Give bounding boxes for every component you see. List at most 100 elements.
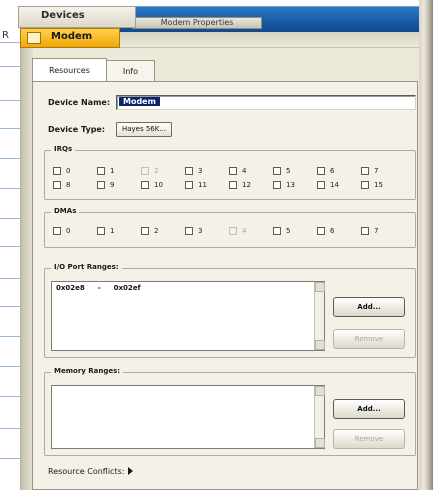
dma-checkbox-label: 2 [154, 227, 159, 235]
disclosure-arrow-icon [128, 467, 134, 475]
io-ranges-scrollbar[interactable] [314, 282, 325, 350]
scroll-up-icon[interactable] [315, 386, 325, 396]
tab-resources[interactable]: Resources [32, 58, 107, 82]
dma-checkbox-0[interactable]: 0 [53, 226, 97, 236]
irq-checkbox-label: 6 [330, 167, 335, 175]
checkbox-box[interactable] [317, 167, 325, 175]
dma-checkbox-7[interactable]: 7 [361, 226, 405, 236]
memory-ranges-group-title: Memory Ranges: [51, 367, 124, 375]
io-remove-button[interactable]: Remove [333, 329, 405, 349]
dmas-group-title: DMAs [51, 207, 80, 215]
irqs-group-title: IRQs [51, 145, 76, 153]
irq-checkbox-4[interactable]: 4 [229, 166, 273, 176]
irq-checkbox-label: 9 [110, 181, 115, 189]
irqs-group: IRQs 0 1 2 3 4 5 6 7 8 9 10 11 12 13 14 15 [44, 145, 416, 200]
checkbox-box[interactable] [229, 181, 237, 189]
irq-checkbox-label: 0 [66, 167, 71, 175]
irq-checkbox-5[interactable]: 5 [273, 166, 317, 176]
resource-conflicts-label: Resource Conflicts: [48, 467, 125, 476]
dma-checkbox-label: 6 [330, 227, 335, 235]
checkbox-box[interactable] [273, 227, 281, 235]
irq-checkbox-6[interactable]: 6 [317, 166, 361, 176]
irq-checkbox-8[interactable]: 8 [53, 180, 97, 190]
irq-checkbox-2: 2 [141, 166, 185, 176]
device-type-label: Device Type: [48, 125, 106, 134]
device-name-label: Device Name: [48, 98, 111, 107]
dma-checkbox-label: 4 [242, 227, 247, 235]
dma-checkbox-grid: 0 1 2 3 4 5 6 7 [53, 226, 405, 236]
checkbox-box[interactable] [317, 181, 325, 189]
irq-checkbox-3[interactable]: 3 [185, 166, 229, 176]
scroll-down-icon[interactable] [315, 340, 325, 350]
dma-checkbox-1[interactable]: 1 [97, 226, 141, 236]
checkbox-box[interactable] [53, 181, 61, 189]
irq-checkbox-label: 7 [374, 167, 379, 175]
irq-checkbox-label: 14 [330, 181, 339, 189]
irq-checkbox-1[interactable]: 1 [97, 166, 141, 176]
dma-checkbox-2[interactable]: 2 [141, 226, 185, 236]
dma-checkbox-4: 4 [229, 226, 273, 236]
checkbox-box [141, 167, 149, 175]
checkbox-box[interactable] [273, 181, 281, 189]
scroll-down-icon[interactable] [315, 438, 325, 448]
irq-checkbox-10[interactable]: 10 [141, 180, 185, 190]
checkbox-box[interactable] [53, 227, 61, 235]
io-add-button[interactable]: Add... [333, 297, 405, 317]
io-range-separator: - [97, 284, 101, 292]
window-title: Modem Properties [132, 17, 262, 29]
checkbox-box[interactable] [361, 227, 369, 235]
irq-checkbox-label: 2 [154, 167, 159, 175]
irq-checkbox-12[interactable]: 12 [229, 180, 273, 190]
checkbox-box[interactable] [141, 181, 149, 189]
checkbox-box[interactable] [273, 167, 281, 175]
irq-checkbox-label: 1 [110, 167, 115, 175]
irq-checkbox-15[interactable]: 15 [361, 180, 405, 190]
scroll-up-icon[interactable] [315, 282, 325, 292]
background-table-strip [0, 0, 20, 490]
checkbox-box[interactable] [361, 167, 369, 175]
checkbox-box[interactable] [185, 227, 193, 235]
device-type-button[interactable]: Hayes 56K... [116, 122, 172, 137]
checkbox-box[interactable] [185, 181, 193, 189]
irq-checkbox-label: 11 [198, 181, 207, 189]
resource-conflicts-disclosure[interactable]: Resource Conflicts: [48, 467, 134, 476]
memory-ranges-scrollbar[interactable] [314, 386, 325, 448]
checkbox-box[interactable] [317, 227, 325, 235]
memory-ranges-group: Memory Ranges: Add... Remove [44, 367, 416, 456]
memory-add-button[interactable]: Add... [333, 399, 405, 419]
memory-ranges-list[interactable] [51, 385, 325, 449]
dma-checkbox-label: 7 [374, 227, 379, 235]
checkbox-box[interactable] [185, 167, 193, 175]
checkbox-box[interactable] [361, 181, 369, 189]
irq-checkbox-11[interactable]: 11 [185, 180, 229, 190]
dma-checkbox-3[interactable]: 3 [185, 226, 229, 236]
checkbox-box [229, 227, 237, 235]
checkbox-box[interactable] [53, 167, 61, 175]
io-ranges-list[interactable]: 0x02e8 - 0x02ef [51, 281, 325, 351]
tab-info[interactable]: Info [105, 60, 155, 82]
window-titlebar[interactable]: Modem Properties [118, 6, 419, 32]
irq-checkbox-0[interactable]: 0 [53, 166, 97, 176]
irq-checkbox-13[interactable]: 13 [273, 180, 317, 190]
irq-checkbox-7[interactable]: 7 [361, 166, 405, 176]
dma-checkbox-label: 5 [286, 227, 291, 235]
window-right-frame [419, 0, 433, 490]
checkbox-box[interactable] [97, 227, 105, 235]
irq-checkbox-label: 15 [374, 181, 383, 189]
tree-prefix-text: R [2, 30, 9, 41]
dma-checkbox-label: 1 [110, 227, 115, 235]
list-item[interactable]: 0x02e8 - 0x02ef [56, 284, 141, 292]
tree-item-devices[interactable]: Devices [18, 6, 136, 28]
tree-item-modem[interactable]: Modem [20, 28, 120, 48]
checkbox-box[interactable] [229, 167, 237, 175]
checkbox-box[interactable] [97, 181, 105, 189]
checkbox-box[interactable] [97, 167, 105, 175]
checkbox-box[interactable] [141, 227, 149, 235]
irq-checkbox-14[interactable]: 14 [317, 180, 361, 190]
irq-checkbox-9[interactable]: 9 [97, 180, 141, 190]
dma-checkbox-6[interactable]: 6 [317, 226, 361, 236]
device-name-field[interactable]: Modem [116, 95, 416, 110]
dma-checkbox-label: 3 [198, 227, 203, 235]
memory-remove-button[interactable]: Remove [333, 429, 405, 449]
dma-checkbox-5[interactable]: 5 [273, 226, 317, 236]
